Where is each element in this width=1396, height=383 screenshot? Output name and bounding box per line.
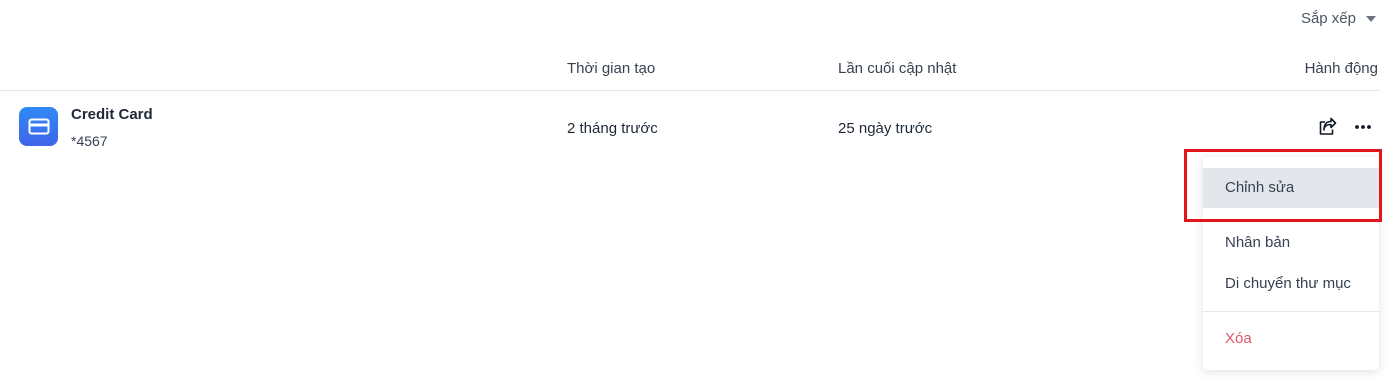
page: Sắp xếp Thời gian tạo Lần cuối cập nhật … (0, 0, 1396, 383)
menu-divider (1203, 220, 1379, 221)
more-icon[interactable] (1353, 119, 1373, 135)
menu-item-move-folder-label: Di chuyển thư mục (1225, 275, 1351, 292)
credit-card-icon (19, 107, 58, 146)
share-icon[interactable] (1317, 117, 1337, 137)
header-created: Thời gian tạo (567, 60, 656, 77)
table-header: Thời gian tạo Lần cuối cập nhật Hành độn… (0, 48, 1380, 91)
menu-divider (1203, 311, 1379, 312)
menu-item-delete[interactable]: Xóa (1203, 319, 1379, 359)
item-title[interactable]: Credit Card (71, 106, 153, 123)
menu-item-delete-label: Xóa (1225, 330, 1252, 347)
cell-created: 2 tháng trước (567, 120, 658, 137)
table-row[interactable]: Credit Card *4567 2 tháng trước 25 ngày … (0, 91, 1380, 161)
actions-menu: Chỉnh sửa Nhân bản Di chuyển thư mục Xóa (1203, 157, 1379, 370)
header-updated: Lần cuối cập nhật (838, 60, 957, 77)
menu-item-edit[interactable]: Chỉnh sửa (1203, 168, 1379, 208)
item-subtitle: *4567 (71, 133, 108, 149)
header-actions: Hành động (1304, 60, 1378, 77)
menu-item-duplicate-label: Nhân bản (1225, 234, 1291, 251)
sort-dropdown[interactable]: Sắp xếp (1301, 10, 1376, 27)
sort-label: Sắp xếp (1300, 10, 1356, 27)
menu-item-move-folder[interactable]: Di chuyển thư mục (1203, 264, 1379, 304)
caret-down-icon (1366, 15, 1376, 22)
cell-updated: 25 ngày trước (838, 120, 933, 137)
menu-item-duplicate[interactable]: Nhân bản (1203, 223, 1379, 263)
menu-item-edit-label: Chỉnh sửa (1225, 179, 1295, 196)
